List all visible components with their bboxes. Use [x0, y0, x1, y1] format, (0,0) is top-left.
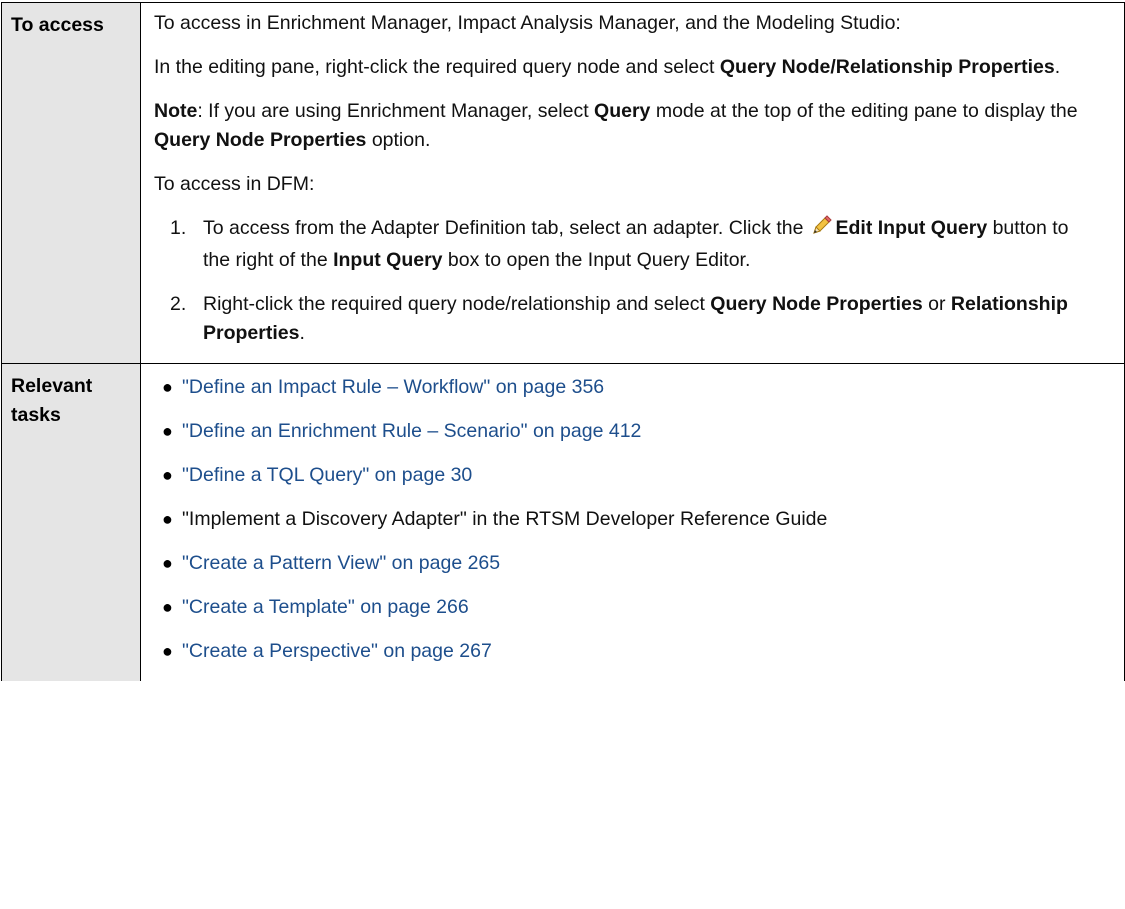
access-note: Note: If you are using Enrichment Manage…: [154, 100, 1078, 151]
task-item[interactable]: ● "Define a TQL Query" on page 30: [162, 461, 1094, 490]
access-header: To access: [11, 14, 104, 36]
note-label: Note: [154, 100, 198, 122]
task-link[interactable]: "Define a TQL Query" on page 30: [182, 464, 472, 486]
reference-table: To access To access in Enrichment Manage…: [1, 2, 1125, 681]
access-body-cell: To access in Enrichment Manager, Impact …: [140, 2, 1125, 364]
task-link[interactable]: "Create a Perspective" on page 267: [182, 640, 492, 662]
access-header-cell: To access: [1, 2, 141, 364]
task-item[interactable]: ● "Define an Enrichment Rule – Scenario" …: [162, 417, 1094, 446]
task-item[interactable]: ● "Create a Template" on page 266: [162, 593, 1094, 622]
access-intro: To access in Enrichment Manager, Impact …: [154, 12, 901, 34]
access-dfm: To access in DFM:: [154, 173, 315, 195]
access-editing-pane: In the editing pane, right-click the req…: [154, 56, 1061, 78]
task-item[interactable]: ● "Define an Impact Rule – Workflow" on p…: [162, 373, 1094, 402]
task-text: "Implement a Discovery Adapter" in the R…: [182, 508, 828, 530]
access-step-1: 1. To access from the Adapter Definition …: [170, 215, 1069, 271]
pencil-icon: [810, 215, 832, 246]
task-link[interactable]: "Define an Enrichment Rule – Scenario" o…: [182, 420, 641, 442]
task-link[interactable]: "Create a Template" on page 266: [182, 596, 469, 618]
tasks-header-cell: Relevant tasks: [1, 363, 141, 681]
tasks-body-cell: ● "Define an Impact Rule – Workflow" on p…: [140, 363, 1125, 681]
task-link[interactable]: "Define an Impact Rule – Workflow" on pa…: [182, 376, 604, 398]
task-link[interactable]: "Create a Pattern View" on page 265: [182, 552, 500, 574]
task-item[interactable]: ● "Create a Pattern View" on page 265: [162, 549, 1094, 578]
tasks-row: Relevant tasks ● "Define an Impact Rule –…: [1, 363, 1125, 681]
access-step-2: 2. Right-click the required query node/re…: [170, 293, 1068, 344]
task-item[interactable]: ● "Create a Perspective" on page 267: [162, 637, 1094, 666]
access-steps: 1. To access from the Adapter Definition …: [154, 214, 1094, 348]
tasks-list: ● "Define an Impact Rule – Workflow" on p…: [154, 373, 1094, 666]
access-row: To access To access in Enrichment Manage…: [1, 2, 1125, 364]
tasks-header: Relevant tasks: [11, 375, 93, 426]
task-item: ● "Implement a Discovery Adapter" in the …: [162, 508, 828, 530]
